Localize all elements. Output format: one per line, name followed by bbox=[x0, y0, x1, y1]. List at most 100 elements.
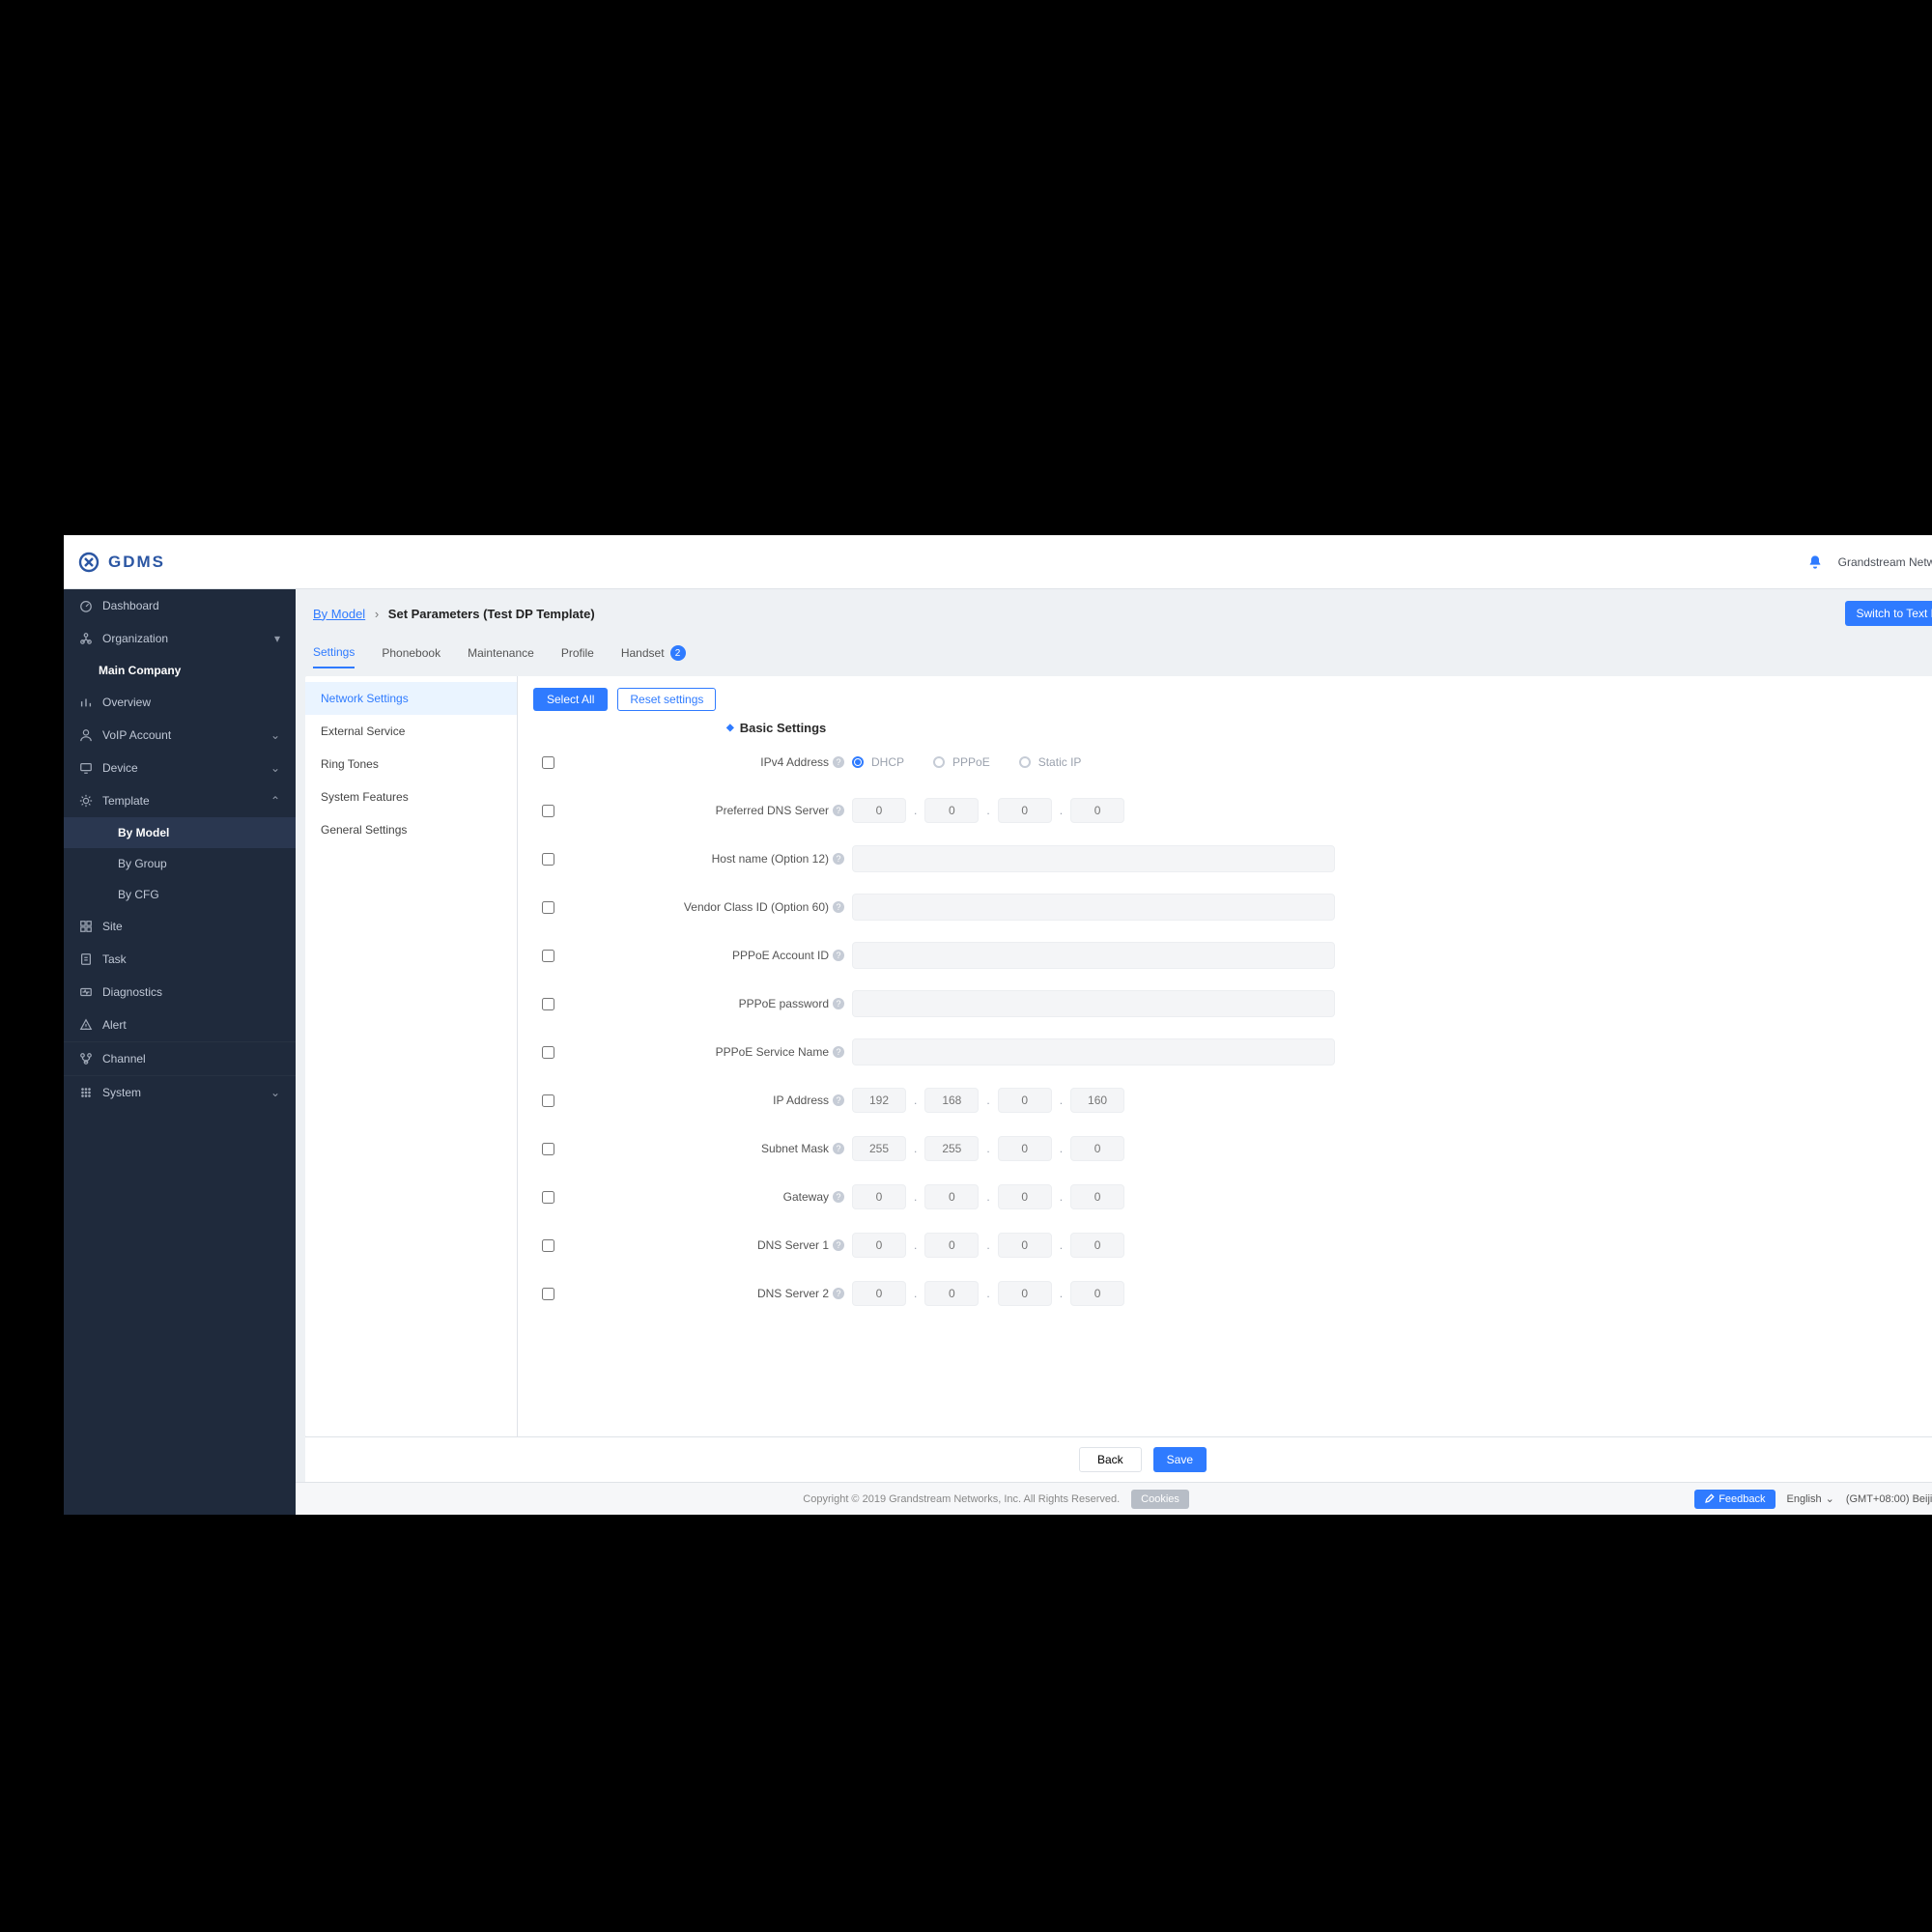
tz-dropdown[interactable]: (GMT+08:00) Beijing, Ch ⌄ bbox=[1846, 1492, 1932, 1505]
sidebar-item-voip[interactable]: VoIP Account ⌄ bbox=[64, 719, 296, 752]
octet-input[interactable] bbox=[852, 1136, 906, 1161]
octet-input[interactable] bbox=[1070, 1281, 1124, 1306]
sidebar-item-task[interactable]: Task bbox=[64, 943, 296, 976]
row-checkbox[interactable] bbox=[542, 998, 554, 1010]
brand-logo[interactable]: GDMS bbox=[77, 551, 165, 574]
vendor-class-input[interactable] bbox=[852, 894, 1335, 921]
octet-input[interactable] bbox=[998, 798, 1052, 823]
octet-input[interactable] bbox=[1070, 798, 1124, 823]
pppoe-password-input[interactable] bbox=[852, 990, 1335, 1017]
rail-external-service[interactable]: External Service bbox=[305, 715, 517, 748]
info-icon[interactable]: ? bbox=[833, 901, 844, 913]
row-checkbox[interactable] bbox=[542, 853, 554, 866]
octet-input[interactable] bbox=[852, 1184, 906, 1209]
octet-input[interactable] bbox=[998, 1233, 1052, 1258]
octet-input[interactable] bbox=[924, 1281, 979, 1306]
sidebar-sub-by-model[interactable]: By Model bbox=[64, 817, 296, 848]
octet-input[interactable] bbox=[1070, 1136, 1124, 1161]
tab-phonebook[interactable]: Phonebook bbox=[382, 638, 440, 668]
bell-icon[interactable] bbox=[1807, 554, 1823, 570]
row-checkbox[interactable] bbox=[542, 950, 554, 962]
lang-dropdown[interactable]: English ⌄ bbox=[1787, 1492, 1834, 1505]
breadcrumb-root[interactable]: By Model bbox=[313, 607, 365, 621]
radio-label: PPPoE bbox=[952, 755, 990, 769]
tab-maintenance[interactable]: Maintenance bbox=[468, 638, 534, 668]
octet-input[interactable] bbox=[998, 1088, 1052, 1113]
sidebar-sub-by-group[interactable]: By Group bbox=[64, 848, 296, 879]
info-icon[interactable]: ? bbox=[833, 1143, 844, 1154]
info-icon[interactable]: ? bbox=[833, 1239, 844, 1251]
select-all-button[interactable]: Select All bbox=[533, 688, 608, 711]
feedback-button[interactable]: Feedback bbox=[1694, 1490, 1775, 1509]
info-icon[interactable]: ? bbox=[833, 950, 844, 961]
rail-system-features[interactable]: System Features bbox=[305, 781, 517, 813]
cookies-button[interactable]: Cookies bbox=[1131, 1490, 1189, 1509]
site-icon bbox=[79, 920, 93, 933]
radio-pppoe[interactable] bbox=[933, 756, 945, 768]
octet-input[interactable] bbox=[998, 1281, 1052, 1306]
sidebar-item-alert[interactable]: Alert bbox=[64, 1009, 296, 1041]
octet-input[interactable] bbox=[924, 1088, 979, 1113]
sidebar-item-template[interactable]: Template ⌃ bbox=[64, 784, 296, 817]
info-icon[interactable]: ? bbox=[833, 1046, 844, 1058]
info-icon[interactable]: ? bbox=[833, 998, 844, 1009]
pppoe-service-input[interactable] bbox=[852, 1038, 1335, 1065]
info-icon[interactable]: ? bbox=[833, 756, 844, 768]
row-checkbox[interactable] bbox=[542, 1046, 554, 1059]
octet-input[interactable] bbox=[924, 1233, 979, 1258]
row-checkbox[interactable] bbox=[542, 901, 554, 914]
octet-input[interactable] bbox=[1070, 1184, 1124, 1209]
save-button[interactable]: Save bbox=[1153, 1447, 1207, 1472]
row-checkbox[interactable] bbox=[542, 756, 554, 769]
sidebar-item-diagnostics[interactable]: Diagnostics bbox=[64, 976, 296, 1009]
info-icon[interactable]: ? bbox=[833, 1288, 844, 1299]
host-input[interactable] bbox=[852, 845, 1335, 872]
back-button[interactable]: Back bbox=[1079, 1447, 1142, 1472]
octet-input[interactable] bbox=[852, 1233, 906, 1258]
sidebar-sub-by-cfg[interactable]: By CFG bbox=[64, 879, 296, 910]
info-icon[interactable]: ? bbox=[833, 853, 844, 865]
tab-profile[interactable]: Profile bbox=[561, 638, 594, 668]
info-icon[interactable]: ? bbox=[833, 1094, 844, 1106]
octet-input[interactable] bbox=[1070, 1088, 1124, 1113]
sidebar-item-channel[interactable]: Channel bbox=[64, 1042, 296, 1075]
info-icon[interactable]: ? bbox=[833, 805, 844, 816]
octet-input[interactable] bbox=[924, 1136, 979, 1161]
octet-input[interactable] bbox=[852, 1281, 906, 1306]
rail-ring-tones[interactable]: Ring Tones bbox=[305, 748, 517, 781]
radio-static[interactable] bbox=[1019, 756, 1031, 768]
octet-input[interactable] bbox=[852, 798, 906, 823]
octet-input[interactable] bbox=[852, 1088, 906, 1113]
octet-input[interactable] bbox=[924, 1184, 979, 1209]
sidebar-item-label: Dashboard bbox=[102, 599, 159, 612]
sidebar-item-overview[interactable]: Overview bbox=[64, 686, 296, 719]
row-checkbox[interactable] bbox=[542, 1191, 554, 1204]
sidebar-item-system[interactable]: System ⌄ bbox=[64, 1076, 296, 1109]
sidebar-item-device[interactable]: Device ⌄ bbox=[64, 752, 296, 784]
octet-input[interactable] bbox=[998, 1184, 1052, 1209]
sidebar-item-site[interactable]: Site bbox=[64, 910, 296, 943]
row-checkbox[interactable] bbox=[542, 1288, 554, 1300]
sidebar: Dashboard Organization ▾ Main Company Ov… bbox=[64, 589, 296, 1515]
user-menu[interactable]: Grandstream Networks bbox=[1838, 555, 1932, 569]
row-checkbox[interactable] bbox=[542, 805, 554, 817]
info-icon[interactable]: ? bbox=[833, 1191, 844, 1203]
rail-general-settings[interactable]: General Settings bbox=[305, 813, 517, 846]
tab-settings[interactable]: Settings bbox=[313, 638, 355, 668]
row-checkbox[interactable] bbox=[542, 1094, 554, 1107]
tab-handset[interactable]: Handset 2 bbox=[621, 638, 686, 668]
reset-settings-button[interactable]: Reset settings bbox=[617, 688, 716, 711]
switch-to-text-editor-button[interactable]: Switch to Text Editor bbox=[1845, 601, 1932, 626]
octet-input[interactable] bbox=[924, 798, 979, 823]
row-checkbox[interactable] bbox=[542, 1143, 554, 1155]
sidebar-sub-main-company[interactable]: Main Company bbox=[64, 655, 296, 686]
octet-input[interactable] bbox=[1070, 1233, 1124, 1258]
sidebar-item-dashboard[interactable]: Dashboard bbox=[64, 589, 296, 622]
pppoe-account-input[interactable] bbox=[852, 942, 1335, 969]
row-checkbox[interactable] bbox=[542, 1239, 554, 1252]
sidebar-item-organization[interactable]: Organization ▾ bbox=[64, 622, 296, 655]
radio-dhcp[interactable] bbox=[852, 756, 864, 768]
breadcrumb-current: Set Parameters (Test DP Template) bbox=[388, 607, 595, 621]
rail-network-settings[interactable]: Network Settings bbox=[305, 682, 517, 715]
octet-input[interactable] bbox=[998, 1136, 1052, 1161]
